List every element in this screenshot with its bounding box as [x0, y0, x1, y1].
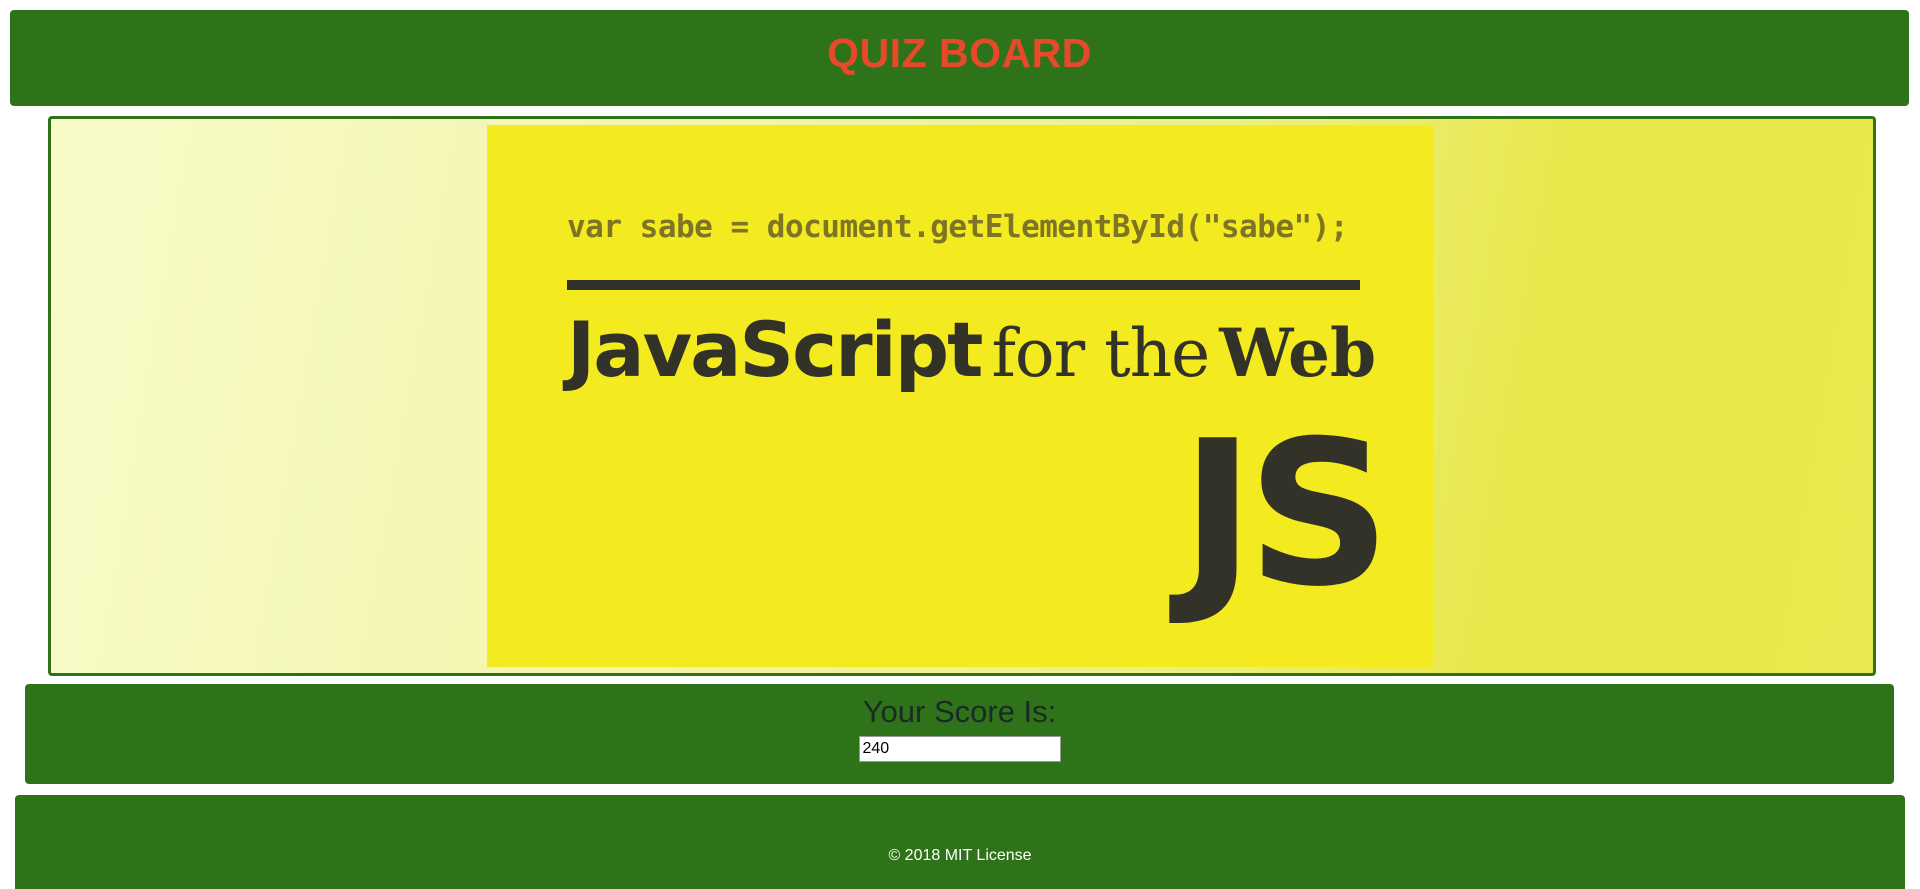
page-header: QUIZ BOARD	[10, 10, 1909, 106]
page-footer: © 2018 MIT License	[15, 795, 1905, 889]
banner-divider	[567, 280, 1360, 290]
score-panel: Your Score Is:	[25, 684, 1894, 784]
footer-copyright: © 2018 MIT License	[888, 847, 1032, 864]
banner-title: JavaScript for the Web	[567, 305, 1376, 394]
banner-title-web: Web	[1219, 314, 1377, 392]
banner-code-line: var sabe = document.getElementById("sabe…	[567, 209, 1349, 245]
score-input[interactable]	[858, 736, 1061, 762]
js-logo: JS	[1180, 398, 1391, 631]
score-label: Your Score Is:	[862, 694, 1057, 729]
banner-image-frame: var sabe = document.getElementById("sabe…	[48, 116, 1876, 676]
page-title: QUIZ BOARD	[827, 30, 1092, 76]
banner-title-javascript: JavaScript	[567, 305, 983, 394]
banner-title-for-the: for the	[991, 315, 1210, 392]
javascript-banner-image: var sabe = document.getElementById("sabe…	[487, 125, 1433, 667]
